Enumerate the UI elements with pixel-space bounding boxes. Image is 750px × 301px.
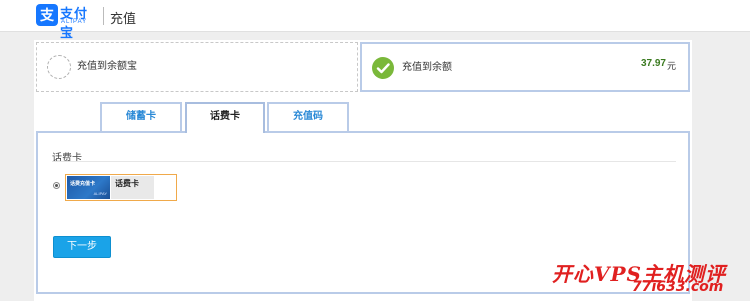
alipay-logo-subtext: ALIPAY xyxy=(61,19,88,25)
balance-unit: 元 xyxy=(666,61,676,71)
tab-phone-card[interactable]: 话费卡 xyxy=(185,102,265,133)
alipay-logo-icon: 支 xyxy=(36,4,58,26)
empty-circle-icon xyxy=(47,55,71,79)
tab-debit-card[interactable]: 储蓄卡 xyxy=(100,102,182,131)
option-recharge-yuebao[interactable]: 充值到余额宝 xyxy=(36,42,358,92)
phone-card-option[interactable]: 话费充值卡 ALIPAY 话费卡 xyxy=(65,174,177,201)
card-image-subtext: ALIPAY xyxy=(93,191,107,196)
alipay-logo[interactable]: 支 支付宝 ALIPAY xyxy=(36,4,98,40)
watermark-url: 77i633.com xyxy=(632,279,724,295)
card-image-text: 话费充值卡 xyxy=(70,181,96,187)
option-label: 充值到余额 xyxy=(402,62,452,73)
balance-amount: 37.97 xyxy=(640,58,666,69)
header-divider xyxy=(103,7,104,25)
tab-recharge-code[interactable]: 充值码 xyxy=(267,102,349,131)
card-radio[interactable] xyxy=(53,182,60,189)
top-header: 支 支付宝 ALIPAY 充值 xyxy=(0,0,750,40)
page-title: 充值 xyxy=(110,11,137,26)
panel-divider xyxy=(52,161,676,162)
card-label: 话费卡 xyxy=(111,176,154,199)
phone-card-image: 话费充值卡 ALIPAY xyxy=(67,176,110,199)
check-circle-icon xyxy=(372,57,394,79)
option-recharge-balance[interactable]: 充值到余额 37.97 元 xyxy=(360,42,690,92)
next-step-button[interactable]: 下一步 xyxy=(53,236,111,258)
option-label: 充值到余额宝 xyxy=(77,61,137,72)
